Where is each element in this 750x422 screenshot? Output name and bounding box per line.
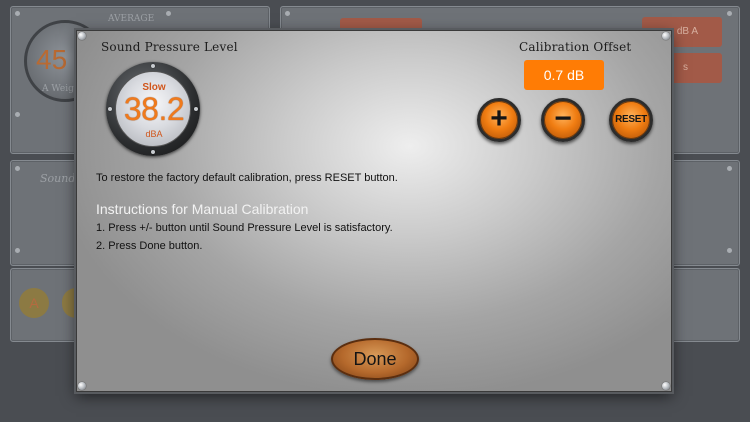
instruction-step-2: 2. Press Done button. bbox=[96, 240, 203, 252]
bg-screw bbox=[727, 248, 732, 253]
meter-unit: dBA bbox=[145, 129, 163, 139]
reset-label: RESET bbox=[615, 114, 647, 125]
bg-screw bbox=[727, 11, 732, 16]
meter-bolt bbox=[151, 150, 155, 154]
bg-screw bbox=[15, 166, 20, 171]
decrease-offset-button[interactable]: − bbox=[541, 98, 585, 142]
corner-screw bbox=[662, 382, 670, 390]
bg-screw bbox=[15, 112, 20, 117]
meter-bolt bbox=[151, 64, 155, 68]
calibration-dialog: Sound Pressure Level Slow 38.2 dBA Calib… bbox=[76, 30, 672, 392]
offset-value: 0.7 dB bbox=[524, 60, 604, 90]
bg-screw bbox=[727, 166, 732, 171]
corner-screw bbox=[78, 382, 86, 390]
bg-average-value: 45 bbox=[36, 44, 68, 75]
bg-screw bbox=[166, 11, 171, 16]
bg-sound-label: Sound bbox=[40, 172, 76, 185]
meter-bolt bbox=[194, 107, 198, 111]
bg-screw bbox=[15, 248, 20, 253]
minus-icon: − bbox=[554, 102, 572, 135]
bg-a-weighting-button: A bbox=[19, 288, 49, 318]
corner-screw bbox=[78, 32, 86, 40]
bg-average-label: AVERAGE bbox=[108, 14, 155, 24]
corner-screw bbox=[662, 32, 670, 40]
bg-weighting-label: A Weig bbox=[42, 84, 74, 94]
meter-face: Slow 38.2 dBA bbox=[115, 71, 191, 147]
bg-screw bbox=[285, 11, 290, 16]
instructions-title: Instructions for Manual Calibration bbox=[96, 201, 309, 217]
spl-title: Sound Pressure Level bbox=[101, 40, 238, 54]
reset-button[interactable]: RESET bbox=[609, 98, 653, 142]
meter-value: 38.2 bbox=[123, 91, 185, 127]
instruction-step-1: 1. Press +/- button until Sound Pressure… bbox=[96, 222, 393, 234]
offset-title: Calibration Offset bbox=[519, 40, 632, 54]
bg-red-button bbox=[340, 18, 422, 30]
meter-bolt bbox=[108, 107, 112, 111]
done-button[interactable]: Done bbox=[331, 338, 419, 380]
increase-offset-button[interactable]: + bbox=[477, 98, 521, 142]
plus-icon: + bbox=[490, 102, 508, 135]
reset-note: To restore the factory default calibrati… bbox=[96, 172, 398, 184]
spl-meter: Slow 38.2 dBA bbox=[106, 62, 200, 156]
bg-screw bbox=[15, 11, 20, 16]
